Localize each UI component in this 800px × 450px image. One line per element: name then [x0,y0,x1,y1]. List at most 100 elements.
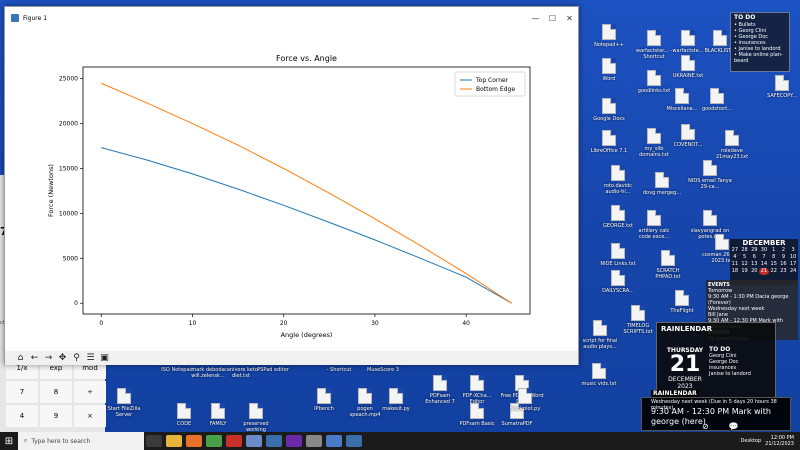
app-icon-2[interactable] [306,435,322,447]
calendar-day[interactable]: 2 [779,247,789,254]
desktop-icon[interactable]: SAFECOPY... [760,75,800,99]
calendar-day[interactable]: 12 [740,261,750,268]
calendar-day[interactable]: 11 [730,261,740,268]
todo-widget[interactable]: TO DO BulletsGeorg CliniGeorge Docinsura… [730,12,790,72]
home-icon[interactable]: ⌂ [15,352,26,364]
task-view-icon[interactable] [146,435,162,447]
desktop-icon-label[interactable]: PSPad editor [256,367,290,373]
python-icon[interactable] [346,435,362,447]
calculator-key[interactable]: 9 [40,405,72,427]
calendar-day[interactable]: 15 [769,261,779,268]
desktop-icon[interactable]: roto.davidc audio-hi... [596,165,640,195]
calculator-key[interactable]: 4 [6,405,38,427]
calendar-day[interactable]: 16 [779,261,789,268]
zoom-icon[interactable]: ⚲ [71,352,82,364]
desktop-icon-label[interactable]: canivore keto diet.txt [224,367,258,379]
calendar-day[interactable]: 4 [730,254,740,261]
firefox-icon[interactable] [186,435,202,447]
figure-titlebar[interactable]: Figure 1 — ☐ ✕ [5,7,578,29]
desktop-icon[interactable]: preserved working [234,403,278,433]
desktop-icon[interactable]: TheFlight [660,290,704,314]
desktop-icon[interactable]: Google Docs [587,98,631,122]
calendar-day[interactable]: 21 [759,268,769,275]
reminder-toast[interactable]: Wednesday next week (Due in 5 days 20 ho… [641,390,791,431]
desktop-icon[interactable]: NIDE Links.txt [596,243,640,267]
calendar-day[interactable]: 6 [749,254,759,261]
calendar-day[interactable]: 23 [779,268,789,275]
snooze-icon[interactable]: 💬 [729,422,739,431]
desktop-icon[interactable]: artillery calc code exce... [632,210,676,240]
forward-icon[interactable]: → [43,352,54,364]
calendar-day[interactable]: 19 [740,268,750,275]
desktop-icon[interactable]: dovg mergeg... [640,172,684,196]
todo-item[interactable]: Make online plan-beard [734,52,786,64]
calendar-day[interactable]: 24 [788,268,798,275]
yahoo-icon[interactable] [286,435,302,447]
dismiss-icon[interactable]: ⊘ [702,422,709,431]
rainlendar-panel[interactable]: RAINLENDAR THURSDAY 21 DECEMBER 2023 TO … [656,322,776,400]
clock-date[interactable]: 21/12/2023 [765,441,794,447]
desktop-icon[interactable]: goodshort... [695,88,739,112]
rainlendar-todo-item[interactable]: Janise to landord [709,371,751,377]
calendar-day[interactable]: 9 [779,254,789,261]
desktop-icon[interactable]: COVENOT... [666,124,710,148]
calendar-day[interactable]: 30 [759,247,769,254]
save-icon[interactable]: ▣ [99,352,110,364]
close-button[interactable]: ✕ [561,7,578,29]
file-explorer-icon[interactable] [166,435,182,447]
calendar-day[interactable]: 18 [730,268,740,275]
notepad-icon[interactable] [246,435,262,447]
opera-icon[interactable] [226,435,242,447]
calendar-day[interactable]: 1 [769,247,779,254]
taskbar-search[interactable]: ⌕ Type here to search [18,432,144,450]
calendar-day[interactable]: 7 [759,254,769,261]
calculator-key[interactable]: 7 [6,381,38,403]
calendar-day[interactable]: 10 [788,254,798,261]
calendar-day[interactable]: 29 [749,247,759,254]
desktop-icon[interactable]: script for final audio plays... [578,320,622,350]
calendar-day[interactable]: 3 [788,247,798,254]
app-icon-3[interactable] [326,435,342,447]
start-icon[interactable]: ⊞ [0,432,18,450]
back-icon[interactable]: ← [29,352,40,364]
desktop-icon[interactable]: PDFsam Basic [455,403,499,427]
desktop-icon[interactable]: Notepad++ [587,24,631,48]
calculator-key[interactable]: ÷ [74,381,106,403]
calendar-day[interactable]: 5 [740,254,750,261]
calculator-key[interactable]: × [74,405,106,427]
desktop-icon[interactable]: LibreOffice 7.1 [587,130,631,154]
chrome-icon[interactable] [206,435,222,447]
desktop-icon[interactable]: blockplot.py [503,388,547,412]
desktop-icon-label[interactable]: mark deboda will.zelensk... [191,367,225,379]
calendar-day[interactable]: 13 [749,261,759,268]
calendar-widget[interactable]: DECEMBER 27 28 29 30 1 2 3 4 5 6 7 8 9 10 11 12 13 14 15 16… [730,239,798,285]
desktop-icon[interactable]: Word [587,58,631,82]
desktop-icon[interactable]: IPbench [302,388,346,412]
desktop-icon[interactable]: PDF-XCha... Editor [455,375,499,405]
calendar-day[interactable]: 22 [769,268,779,275]
plot-canvas[interactable]: Force vs. Angle Angle (degrees) Force (New… [5,29,578,351]
calculator-key[interactable]: 8 [40,381,72,403]
minimize-button[interactable]: — [527,7,544,29]
desktop-icon[interactable]: music vids.txt [577,363,621,387]
pan-icon[interactable]: ✥ [57,352,68,364]
app-icon-1[interactable] [266,435,282,447]
maximize-button[interactable]: ☐ [544,7,561,29]
calendar-day[interactable]: 14 [759,261,769,268]
desktop-icon[interactable]: NIDS email Tanya 29-ca... [688,160,732,190]
configure-icon[interactable]: ☰ [85,352,96,364]
calendar-day[interactable]: 20 [749,268,759,275]
desktop-icon[interactable]: DAILYSCRA... [596,270,640,294]
calendar-day[interactable]: 17 [788,261,798,268]
desktop-icon-label[interactable]: MuseScore 3 [366,367,400,373]
desktop-icon-label[interactable]: - Shortcut [322,367,356,373]
desktop-icon-label[interactable]: ISO Notepad [160,367,194,373]
desktop-icon[interactable]: roledave 21may23.txt [710,130,754,160]
desktop-icon[interactable]: SCRATCH PHPAD.txt [646,250,690,280]
desktop-icon[interactable]: Start FileZilla Server [102,388,146,418]
figure-window[interactable]: Figure 1 — ☐ ✕ Force vs. Angle Angle (deg… [4,6,579,365]
calendar-day[interactable]: 8 [769,254,779,261]
desktop-icon[interactable]: makesit.py [374,388,418,412]
desktop-toolbar-label[interactable]: Desktop [741,438,762,444]
calendar-day[interactable]: 28 [740,247,750,254]
